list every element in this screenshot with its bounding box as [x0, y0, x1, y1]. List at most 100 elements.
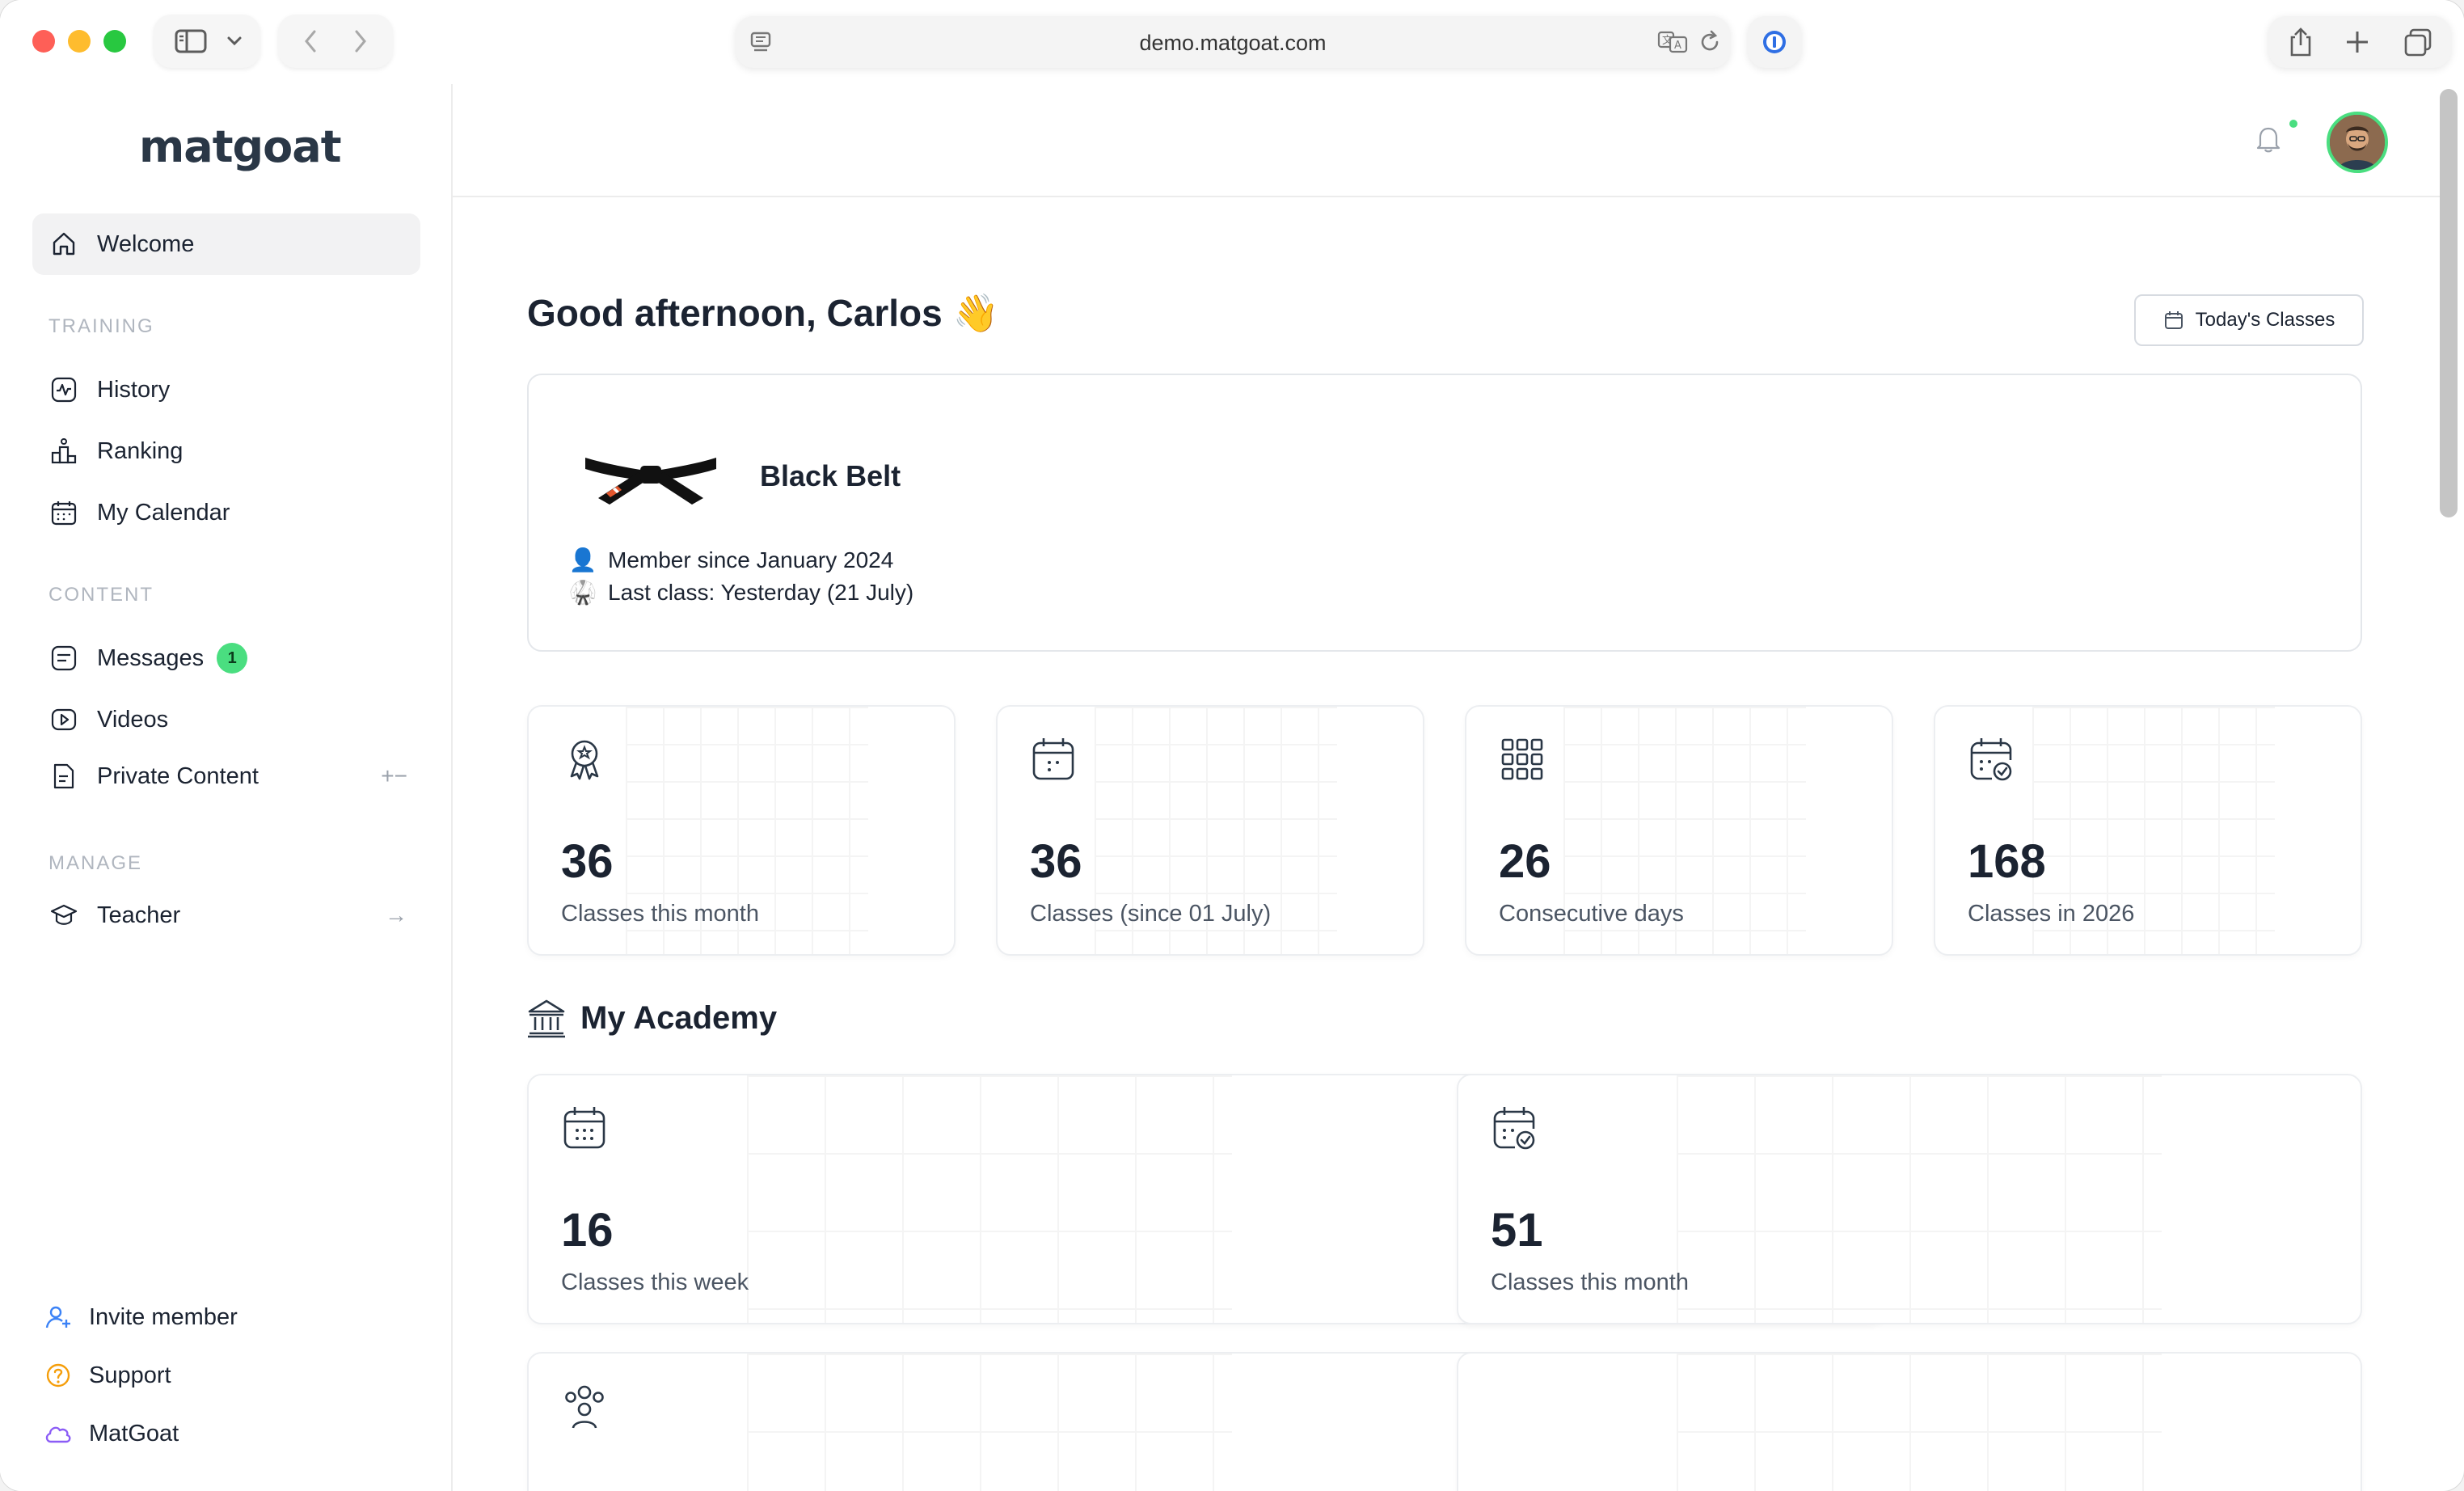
decorative-grid [1677, 1354, 2162, 1491]
sidebar-item-history[interactable]: History [32, 359, 420, 420]
stat-label: Classes this month [1491, 1269, 1689, 1295]
zoom-window-button[interactable] [103, 30, 126, 53]
sidebar-item-label: My Calendar [97, 499, 230, 526]
member-since-text: Member since January 2024 [608, 547, 894, 572]
sidebar: matgoat Welcome TRAINING History Ranking [0, 84, 453, 1491]
award-icon [561, 736, 608, 787]
belt-name: Black Belt [760, 459, 901, 492]
sidebar-item-label: Welcome [97, 230, 195, 257]
browser-window: demo.matgoat.com 文A matgoat Welcome TRAI… [0, 0, 2464, 1491]
sidebar-toggle-icon[interactable] [168, 21, 213, 61]
new-tab-plus-icon[interactable] [2344, 29, 2370, 59]
stat-label: Classes this month [561, 901, 759, 927]
sidebar-item-label: History [97, 376, 171, 403]
chevron-down-icon[interactable] [218, 21, 251, 61]
stat-label: Classes this week [561, 1269, 749, 1295]
stat-card: 168 Classes in 2026 [1934, 705, 2362, 956]
message-icon [49, 643, 79, 674]
stat-value: 16 [561, 1204, 614, 1257]
cloud-icon [44, 1419, 73, 1448]
sidebar-item-teacher[interactable]: Teacher → [32, 885, 420, 946]
password-extension-button[interactable] [1748, 16, 1801, 68]
sidebar-item-messages[interactable]: Messages 1 [32, 627, 420, 689]
top-header-bar [453, 84, 2441, 197]
unread-count-badge: 1 [217, 643, 248, 674]
decorative-grid [747, 1075, 1232, 1323]
black-belt-icon [582, 448, 719, 512]
stat-value: 26 [1499, 835, 1551, 888]
calendar-dots-icon [561, 1105, 608, 1155]
stat-card: 36 Classes (since 01 July) [996, 705, 1424, 956]
stat-label: Classes in 2026 [1968, 901, 2135, 927]
arrow-right-icon[interactable]: → [385, 902, 407, 928]
document-icon [49, 761, 79, 792]
last-class-row: 🥋 Last class: Yesterday (21 July) [569, 579, 914, 606]
grid-icon [1499, 736, 1546, 787]
password-key-icon [1762, 29, 1787, 59]
address-bar[interactable]: demo.matgoat.com 文A [736, 16, 1730, 68]
todays-classes-button[interactable]: Today's Classes [2134, 294, 2364, 346]
minimize-window-button[interactable] [68, 30, 91, 53]
window-actions-group [2268, 16, 2451, 68]
graduation-cap-icon [49, 900, 79, 931]
back-arrow-icon[interactable] [289, 21, 331, 61]
main-content: Good afternoon, Carlos 👋 Today's Classes… [453, 84, 2441, 1491]
forward-arrow-icon[interactable] [340, 21, 382, 61]
my-academy-heading: My Academy [527, 998, 777, 1038]
calendar-check-icon [1968, 736, 2015, 787]
last-class-text: Last class: Yesterday (21 July) [608, 579, 914, 605]
video-icon [49, 704, 79, 735]
browser-toolbar: demo.matgoat.com 文A [0, 0, 2464, 84]
invite-member-link[interactable]: Invite member [44, 1295, 238, 1339]
decorative-grid [747, 1354, 1232, 1491]
sidebar-item-label: Ranking [97, 437, 184, 464]
sidebar-item-welcome[interactable]: Welcome [32, 213, 420, 275]
stat-card: 36 Classes this month [527, 705, 956, 956]
notification-indicator-dot [2289, 120, 2297, 128]
stat-value: 36 [561, 835, 614, 888]
stat-card: 26 Consecutive days [1465, 705, 1893, 956]
nav-buttons-group [278, 15, 393, 68]
url-text: demo.matgoat.com [1139, 31, 1327, 55]
help-circle-icon [44, 1361, 73, 1390]
sidebar-item-label: Videos [97, 706, 169, 733]
section-label-manage: MANAGE [49, 852, 143, 874]
reload-icon[interactable] [1698, 29, 1722, 59]
academy-stat-card [1457, 1352, 2362, 1491]
stat-value: 168 [1968, 835, 2046, 888]
user-avatar[interactable] [2327, 112, 2388, 173]
stat-label: Consecutive days [1499, 901, 1684, 927]
stat-value: 36 [1030, 835, 1082, 888]
section-label-content: CONTENT [49, 584, 154, 606]
academy-building-icon [527, 998, 566, 1038]
expand-collapse-toggle[interactable]: +− [381, 763, 407, 789]
translate-icon[interactable]: 文A [1657, 29, 1690, 59]
stat-label: Classes (since 01 July) [1030, 901, 1272, 927]
matgoat-logo[interactable]: matgoat [139, 121, 342, 172]
my-academy-title: My Academy [580, 999, 778, 1036]
sidebar-item-private-content[interactable]: Private Content +− [32, 746, 420, 807]
calendar-icon [2163, 310, 2184, 331]
greeting-title: Good afternoon, Carlos 👋 [527, 292, 999, 334]
sidebar-toggle-group [154, 15, 260, 68]
notification-bell-icon[interactable] [2252, 123, 2285, 159]
calendar-icon [1030, 736, 1077, 787]
support-link[interactable]: Support [44, 1354, 171, 1397]
home-icon [49, 229, 79, 260]
support-label: Support [89, 1362, 171, 1388]
sidebar-item-videos[interactable]: Videos [32, 689, 420, 750]
calendar-icon [49, 497, 79, 528]
sidebar-item-label: Private Content [97, 762, 259, 789]
svg-text:A: A [1674, 40, 1681, 52]
share-icon[interactable] [2286, 26, 2315, 62]
close-window-button[interactable] [32, 30, 55, 53]
sidebar-item-label: Messages [97, 644, 205, 671]
tab-overview-icon[interactable] [2403, 27, 2433, 62]
matgoat-link[interactable]: MatGoat [44, 1412, 179, 1455]
sidebar-item-my-calendar[interactable]: My Calendar [32, 482, 420, 543]
page-scrollbar[interactable] [2440, 89, 2458, 517]
todays-classes-label: Today's Classes [2195, 309, 2335, 331]
decorative-grid [1677, 1075, 2162, 1323]
podium-icon [49, 436, 79, 467]
sidebar-item-ranking[interactable]: Ranking [32, 420, 420, 482]
